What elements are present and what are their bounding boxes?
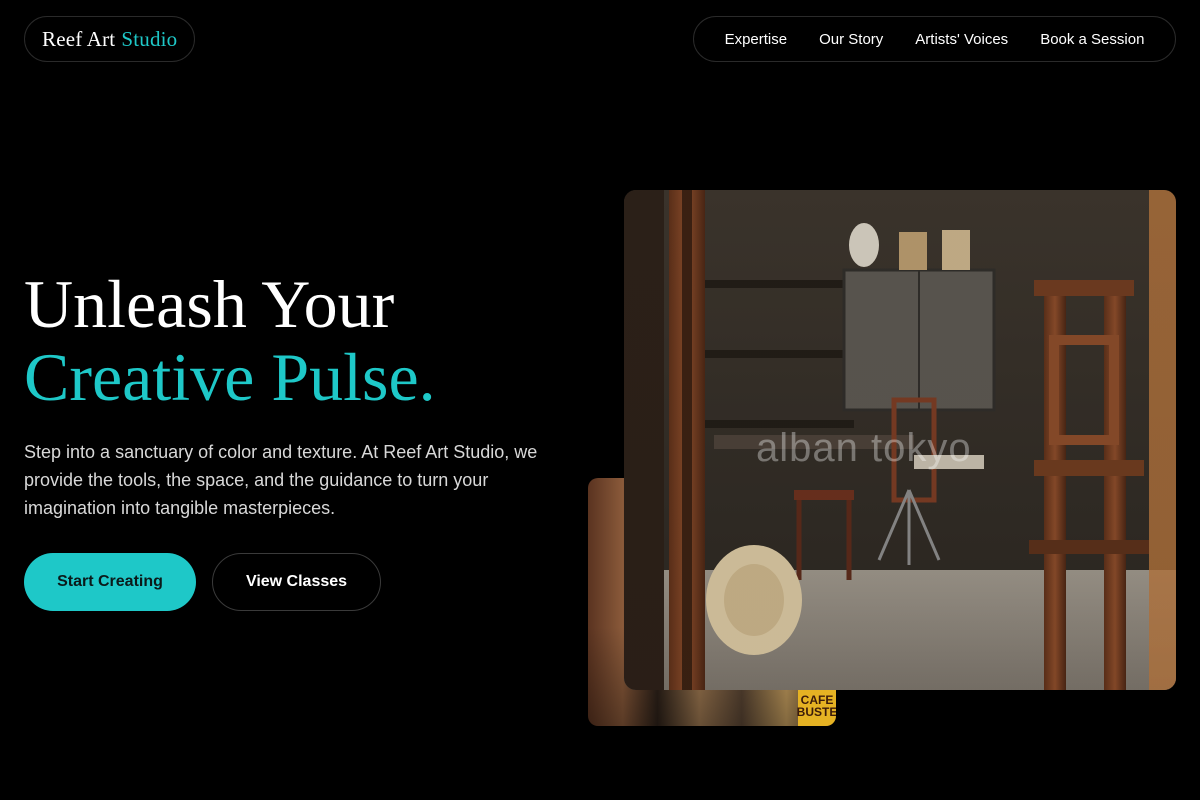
main-nav: Expertise Our Story Artists' Voices Book…	[693, 16, 1176, 62]
studio-hero-image: alban tokyo	[624, 190, 1176, 690]
hero-headline-line2: Creative Pulse.	[24, 339, 436, 415]
nav-item-our-story[interactable]: Our Story	[819, 31, 883, 48]
image-watermark: alban tokyo	[756, 426, 972, 470]
hero-description: Step into a sanctuary of color and textu…	[24, 442, 538, 518]
coffee-can: CAFE BUSTE	[796, 686, 836, 726]
brand-name-accent: Studio	[121, 26, 178, 51]
brand-logo[interactable]: Reef Art Studio	[24, 16, 196, 62]
nav-item-artists-voices[interactable]: Artists' Voices	[915, 31, 1008, 48]
brand-name: Reef Art	[42, 26, 116, 51]
hero-headline-line1: Unleash Your	[24, 266, 395, 342]
coffee-can-label-2: BUSTE	[796, 705, 836, 719]
hero-headline: Unleash Your Creative Pulse.	[24, 268, 436, 414]
nav-item-expertise[interactable]: Expertise	[725, 31, 788, 48]
nav-item-book-a-session[interactable]: Book a Session	[1040, 31, 1144, 48]
view-classes-button[interactable]: View Classes	[212, 553, 381, 611]
page: Reef Art Studio Expertise Our Story Arti…	[0, 0, 1200, 800]
start-creating-button[interactable]: Start Creating	[24, 553, 196, 611]
